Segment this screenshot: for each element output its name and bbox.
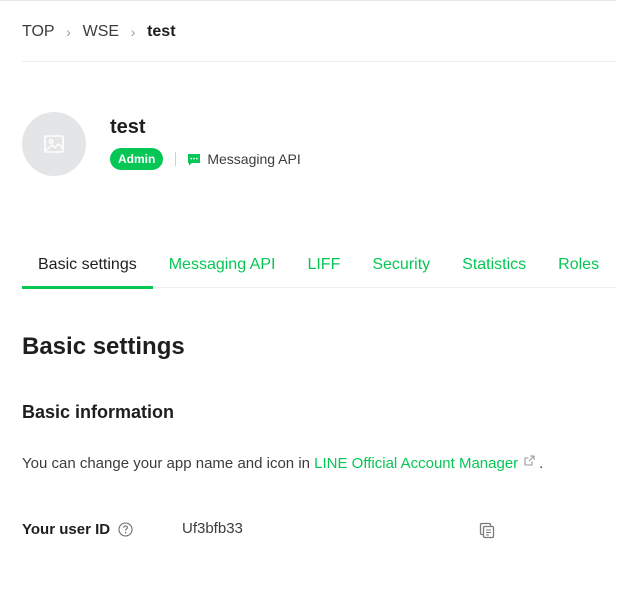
breadcrumb-provider[interactable]: WSE [83, 23, 119, 41]
channel-avatar [22, 112, 86, 176]
info-suffix: . [539, 455, 544, 472]
meta-divider [175, 152, 177, 166]
header-divider [22, 61, 616, 62]
tab-messaging-api[interactable]: Messaging API [153, 244, 292, 288]
info-prefix: You can change your app name and icon in [22, 455, 315, 472]
user-id-label-text: Your user ID [22, 520, 111, 538]
chat-bubble-icon [188, 153, 201, 165]
chevron-right-icon: › [130, 24, 136, 40]
channel-type-label: Messaging API [207, 151, 301, 167]
channel-type: Messaging API [187, 151, 301, 167]
tab-basic-settings[interactable]: Basic settings [22, 244, 153, 289]
oa-manager-link[interactable]: LINE Official Account Manager [314, 455, 518, 472]
tab-statistics[interactable]: Statistics [446, 244, 542, 288]
role-badge: Admin [110, 148, 164, 170]
tab-liff[interactable]: LIFF [291, 244, 356, 288]
tab-roles[interactable]: Roles [542, 244, 615, 288]
copy-icon[interactable] [478, 521, 496, 539]
breadcrumb-current: test [147, 23, 176, 40]
tab-bar: Basic settings Messaging API LIFF Securi… [22, 244, 616, 290]
breadcrumb-top[interactable]: TOP [22, 23, 55, 41]
chevron-right-icon: › [66, 24, 71, 40]
help-circle-icon[interactable] [118, 521, 133, 537]
section-title: Basic settings [22, 333, 185, 360]
external-link-icon[interactable] [524, 453, 535, 470]
info-text: You can change your app name and icon in… [22, 453, 543, 472]
channel-name: test [110, 116, 146, 138]
breadcrumb: TOP › WSE › test [22, 22, 176, 42]
image-placeholder-icon [44, 135, 64, 153]
channel-meta: Admin Messaging API [110, 148, 301, 170]
user-id-label: Your user ID [22, 519, 133, 539]
top-border [0, 0, 616, 1]
tab-security[interactable]: Security [356, 244, 446, 288]
subsection-title: Basic information [22, 402, 175, 422]
user-id-value: Uf3bfb33 [182, 520, 243, 537]
